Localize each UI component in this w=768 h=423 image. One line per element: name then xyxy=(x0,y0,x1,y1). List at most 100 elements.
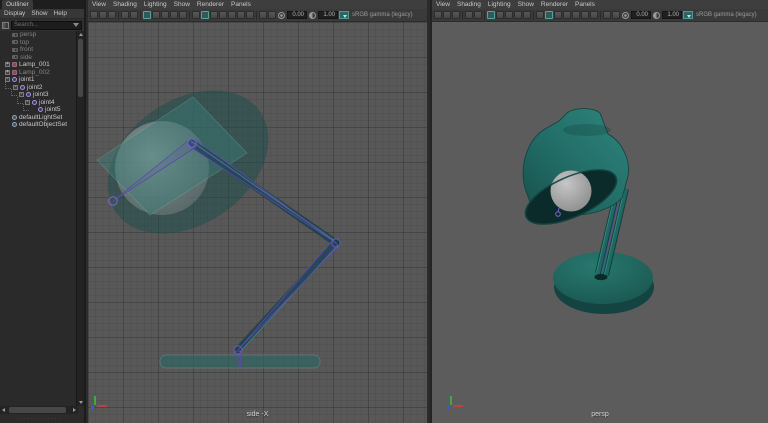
viewport-canvas-side[interactable]: side -X xyxy=(88,22,427,423)
outliner-vertical-scrollbar[interactable] xyxy=(76,31,84,406)
menu-panels[interactable]: Panels xyxy=(231,0,251,9)
shadows-icon[interactable] xyxy=(228,11,236,19)
grease-pencil-icon[interactable] xyxy=(130,11,138,19)
outliner-tab[interactable]: Outliner xyxy=(2,0,33,9)
xray-icon[interactable] xyxy=(259,11,267,19)
motion-blur-icon[interactable] xyxy=(246,11,254,19)
outliner-item-side[interactable]: side xyxy=(0,54,76,62)
field-chart-icon[interactable] xyxy=(179,11,187,19)
joint-icon xyxy=(12,77,17,82)
outliner-item-lamp-002[interactable]: + Lamp_002 xyxy=(0,69,76,77)
wireframe-icon[interactable] xyxy=(536,11,544,19)
panel-layout-icon[interactable] xyxy=(2,22,9,29)
wireframe-icon[interactable] xyxy=(192,11,200,19)
shaded-icon[interactable] xyxy=(545,11,553,19)
film-gate-icon[interactable] xyxy=(152,11,160,19)
textured-icon[interactable] xyxy=(554,11,562,19)
colorspace-label: sRGB gamma (legacy) xyxy=(352,12,413,18)
camera-label-side: side -X xyxy=(88,411,427,418)
menu-panels[interactable]: Panels xyxy=(575,0,595,9)
menu-shading[interactable]: Shading xyxy=(113,0,137,9)
motion-blur-icon[interactable] xyxy=(590,11,598,19)
outliner-horizontal-scrollbar[interactable] xyxy=(0,406,78,414)
panel-resize-grip[interactable]: ············· xyxy=(8,416,70,423)
shaded-icon[interactable] xyxy=(201,11,209,19)
resolution-gate-icon[interactable] xyxy=(505,11,513,19)
outliner-item-default-object-set[interactable]: defaultObjectSet xyxy=(0,121,76,129)
exposure-field[interactable]: 0.00 xyxy=(631,11,651,19)
outliner-tree: persp top front side + Lamp_001 xyxy=(0,31,76,406)
color-management-button[interactable] xyxy=(683,11,693,19)
menu-view[interactable]: View xyxy=(92,0,106,9)
scroll-left-icon[interactable] xyxy=(0,406,8,414)
screen-ao-icon[interactable] xyxy=(581,11,589,19)
xray-icon[interactable] xyxy=(603,11,611,19)
camera-attributes-icon[interactable] xyxy=(90,11,98,19)
exposure-field[interactable]: 0.00 xyxy=(287,11,307,19)
menu-show[interactable]: Show xyxy=(31,9,47,18)
search-input[interactable]: Search... xyxy=(11,21,82,30)
film-gate-icon[interactable] xyxy=(496,11,504,19)
outliner-item-top[interactable]: top xyxy=(0,39,76,47)
set-icon xyxy=(12,115,17,120)
grid-toggle-icon[interactable] xyxy=(143,11,151,19)
two-d-pan-zoom-icon[interactable] xyxy=(121,11,129,19)
settings-gear-icon[interactable] xyxy=(622,12,629,19)
shadows-icon[interactable] xyxy=(572,11,580,19)
image-plane-icon[interactable] xyxy=(108,11,116,19)
isolate-select-icon[interactable] xyxy=(612,11,620,19)
outliner-item-lamp-001[interactable]: + Lamp_001 xyxy=(0,61,76,69)
menu-show[interactable]: Show xyxy=(174,0,190,9)
viewport-canvas-persp[interactable]: persp xyxy=(432,22,768,423)
scroll-down-icon[interactable] xyxy=(79,401,83,404)
outliner-item-default-light-set[interactable]: defaultLightSet xyxy=(0,114,76,122)
lamp-bulb[interactable] xyxy=(551,171,592,212)
grid-toggle-icon[interactable] xyxy=(487,11,495,19)
settings-gear-icon[interactable] xyxy=(278,12,285,19)
color-management-button[interactable] xyxy=(339,11,349,19)
image-plane-icon[interactable] xyxy=(452,11,460,19)
two-d-pan-zoom-icon[interactable] xyxy=(465,11,473,19)
field-chart-icon[interactable] xyxy=(523,11,531,19)
gamma-contrast-icon[interactable] xyxy=(309,12,316,19)
scrollbar-thumb[interactable] xyxy=(9,407,66,413)
menu-display[interactable]: Display xyxy=(4,9,25,18)
lamp-xray-drawing xyxy=(88,22,427,423)
menu-show[interactable]: Show xyxy=(518,0,534,9)
resolution-gate-icon[interactable] xyxy=(161,11,169,19)
expand-toggle[interactable]: + xyxy=(5,62,10,67)
menu-lighting[interactable]: Lighting xyxy=(488,0,511,9)
menu-lighting[interactable]: Lighting xyxy=(144,0,167,9)
grease-pencil-icon[interactable] xyxy=(474,11,482,19)
use-all-lights-icon[interactable] xyxy=(563,11,571,19)
outliner-item-joint1[interactable]: - joint1 xyxy=(0,76,76,84)
filter-icon[interactable] xyxy=(73,23,79,27)
camera-bookmark-icon[interactable] xyxy=(443,11,451,19)
scroll-right-icon[interactable] xyxy=(70,406,78,414)
screen-ao-icon[interactable] xyxy=(237,11,245,19)
use-all-lights-icon[interactable] xyxy=(219,11,227,19)
menu-renderer[interactable]: Renderer xyxy=(541,0,568,9)
gamma-field[interactable]: 1.00 xyxy=(662,11,682,19)
gamma-field[interactable]: 1.00 xyxy=(318,11,338,19)
outliner-item-front[interactable]: front xyxy=(0,46,76,54)
bone-lower[interactable] xyxy=(238,240,339,350)
menu-shading[interactable]: Shading xyxy=(457,0,481,9)
outliner-item-joint3[interactable]: - joint3 xyxy=(0,91,76,99)
outliner-item-persp[interactable]: persp xyxy=(0,31,76,39)
gamma-contrast-icon[interactable] xyxy=(653,12,660,19)
scroll-up-icon[interactable] xyxy=(79,33,83,36)
isolate-select-icon[interactable] xyxy=(268,11,276,19)
outliner-item-joint4[interactable]: - joint4 xyxy=(0,99,76,107)
textured-icon[interactable] xyxy=(210,11,218,19)
menu-renderer[interactable]: Renderer xyxy=(197,0,224,9)
gate-mask-icon[interactable] xyxy=(514,11,522,19)
menu-view[interactable]: View xyxy=(436,0,450,9)
gate-mask-icon[interactable] xyxy=(170,11,178,19)
scrollbar-thumb[interactable] xyxy=(78,39,83,97)
expand-toggle[interactable]: + xyxy=(5,70,10,75)
outliner-item-joint5[interactable]: joint5 xyxy=(0,106,76,114)
camera-bookmark-icon[interactable] xyxy=(99,11,107,19)
camera-attributes-icon[interactable] xyxy=(434,11,442,19)
menu-help[interactable]: Help xyxy=(54,9,67,18)
